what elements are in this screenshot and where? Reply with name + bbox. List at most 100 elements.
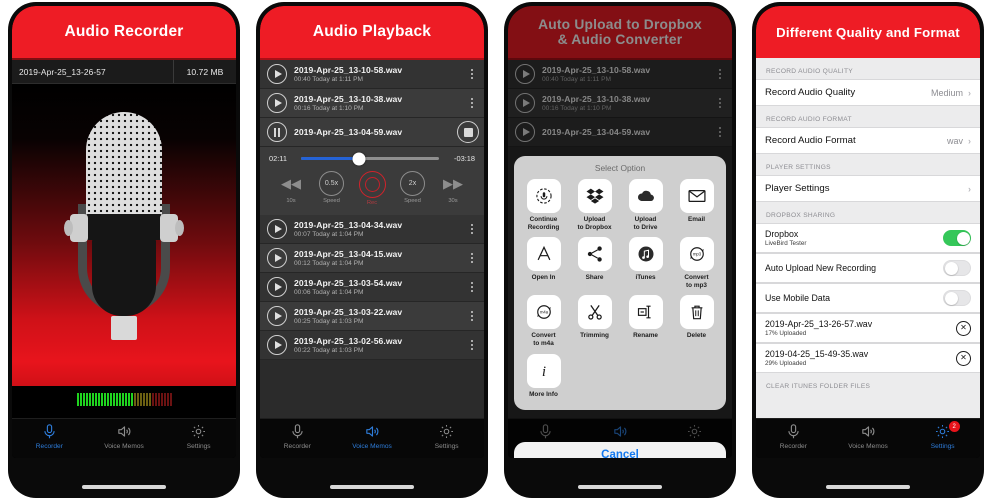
select-option-sheet: Select Option Continue Recording Upload to …	[514, 156, 726, 411]
tab-settings[interactable]: Settings 2	[905, 421, 980, 450]
settings-row[interactable]: Player Settings ›	[756, 175, 980, 202]
meter-bar	[130, 392, 133, 406]
play-button[interactable]	[267, 277, 287, 297]
option-convert-to-mp3[interactable]: mp3 Convert to mp3	[671, 237, 722, 289]
settings-list[interactable]: RECORD AUDIO QUALITY Record Audio Quality…	[756, 58, 980, 418]
tab-settings[interactable]: Settings	[161, 423, 236, 450]
speed-double-icon: 2x	[400, 171, 425, 196]
option-upload-to-dropbox[interactable]: Upload to Dropbox	[569, 179, 620, 231]
recordings-list[interactable]: 2019-Apr-25_13-10-58.wav 00:40 Today at …	[260, 58, 484, 418]
play-button[interactable]	[267, 248, 287, 268]
toggle-switch[interactable]	[943, 260, 971, 276]
gear-icon	[190, 423, 207, 442]
option-upload-to-drive[interactable]: Upload to Drive	[620, 179, 671, 231]
microphone-artwork	[12, 84, 236, 386]
more-options-icon[interactable]	[465, 253, 479, 263]
play-button[interactable]	[267, 93, 287, 113]
settings-row[interactable]: Dropbox LiveBird Tester	[756, 223, 980, 253]
tab-recorder[interactable]: Recorder	[12, 423, 87, 450]
list-item-text: 2019-Apr-25_13-04-15.wav 00:12 Today at 1…	[287, 249, 465, 267]
list-item[interactable]: 2019-Apr-25_13-03-22.wav 00:25 Today at 1…	[260, 302, 484, 331]
option-itunes[interactable]: iTunes	[620, 237, 671, 289]
tab-bar: Recorder Voice Memos Settings	[12, 418, 236, 458]
row-text: 2019-Apr-25_13-26-57.wav 17% Uploaded	[765, 319, 956, 337]
option-email[interactable]: Email	[671, 179, 722, 231]
list-item[interactable]: 2019-Apr-25_13-02-56.wav 00:22 Today at 1…	[260, 331, 484, 360]
tab-label: Settings	[434, 443, 459, 450]
settings-row[interactable]: Auto Upload New Recording	[756, 253, 980, 283]
list-item-now-playing[interactable]: 2019-Apr-25_13-04-59.wav	[260, 118, 484, 147]
meter-bar	[82, 392, 85, 406]
cancel-button[interactable]: Cancel	[514, 442, 726, 458]
list-item[interactable]: 2019-Apr-25_13-04-34.wav 00:07 Today at 1…	[260, 215, 484, 244]
list-item[interactable]: 2019-Apr-25_13-10-38.wav 00:16 Today at …	[260, 89, 484, 118]
option-rename[interactable]: Rename	[620, 295, 671, 347]
option-convert-to-m4a[interactable]: m4a Convert to m4a	[518, 295, 569, 347]
more-options-icon[interactable]	[465, 340, 479, 350]
control-label: Speed	[323, 198, 340, 204]
option-label: Trimming	[580, 332, 609, 340]
rewind-10s-button[interactable]: ◀◀ 10s	[273, 171, 309, 204]
current-file-bar: 2019-Apr-25_13-26-57 10.72 MB	[12, 60, 236, 84]
tab-voice-memos[interactable]: Voice Memos	[87, 423, 162, 450]
toggle-switch[interactable]	[943, 290, 971, 306]
cancel-upload-icon[interactable]: ✕	[956, 350, 971, 366]
more-options-icon[interactable]	[465, 224, 479, 234]
tab-voice-memos[interactable]: Voice Memos	[831, 423, 906, 450]
list-item[interactable]: 2019-Apr-25_13-04-15.wav 00:12 Today at 1…	[260, 244, 484, 273]
tab-label: Voice Memos	[352, 443, 392, 450]
tab-label: Recorder	[779, 443, 807, 450]
option-continue-recording[interactable]: Continue Recording	[518, 179, 569, 231]
chevron-right-icon: ›	[968, 87, 971, 98]
more-options-icon[interactable]	[465, 69, 479, 79]
settings-row[interactable]: Use Mobile Data	[756, 283, 980, 313]
seek-handle[interactable]	[352, 152, 366, 165]
meter-bar	[76, 392, 79, 406]
mic-band	[86, 214, 162, 240]
play-button[interactable]	[267, 219, 287, 239]
cancel-upload-icon[interactable]: ✕	[956, 320, 971, 336]
seek-slider[interactable]	[301, 152, 439, 165]
settings-row[interactable]: Record Audio Quality Medium ›	[756, 79, 980, 106]
pause-button[interactable]	[267, 122, 287, 142]
stop-playback-button[interactable]	[457, 121, 479, 143]
cloud-upload-icon	[628, 179, 663, 213]
play-button[interactable]	[267, 306, 287, 326]
file-name: 2019-Apr-25_13-04-15.wav	[294, 249, 403, 259]
tab-settings[interactable]: Settings	[409, 423, 484, 450]
row-text: Dropbox LiveBird Tester	[765, 229, 943, 247]
tab-label: Recorder	[35, 443, 63, 450]
tab-recorder[interactable]: Recorder	[260, 423, 335, 450]
meter-bar	[142, 392, 145, 406]
more-options-icon[interactable]	[465, 311, 479, 321]
play-button[interactable]	[267, 335, 287, 355]
section-header: CLEAR ITUNES FOLDER FILES	[766, 383, 871, 390]
settings-row[interactable]: 2019-Apr-25_13-26-57.wav 17% Uploaded ✕	[756, 313, 980, 343]
list-item-text: 2019-Apr-25_13-04-34.wav 00:07 Today at 1…	[287, 220, 465, 238]
tab-voice-memos[interactable]: Voice Memos	[335, 423, 410, 450]
more-options-icon[interactable]	[465, 282, 479, 292]
tab-recorder[interactable]: Recorder	[756, 423, 831, 450]
row-title: Player Settings	[765, 183, 830, 194]
toggle-switch[interactable]	[943, 230, 971, 246]
settings-row[interactable]: 2019-04-25_15-49-35.wav 29% Uploaded ✕	[756, 343, 980, 373]
recordings-sublist[interactable]: 2019-Apr-25_13-04-34.wav 00:07 Today at 1…	[260, 215, 484, 360]
speed-double-button[interactable]: 2x Speed	[395, 171, 431, 204]
option-delete[interactable]: Delete	[671, 295, 722, 347]
speed-half-button[interactable]: 0.5x Speed	[314, 171, 350, 204]
option-trimming[interactable]: Trimming	[569, 295, 620, 347]
play-button[interactable]	[267, 64, 287, 84]
record-loop-button[interactable]: Rec	[354, 171, 390, 206]
option-label: Open In	[531, 274, 556, 282]
list-item[interactable]: 2019-Apr-25_13-03-54.wav 00:06 Today at 1…	[260, 273, 484, 302]
option-open-in[interactable]: Open In	[518, 237, 569, 289]
settings-row[interactable]: Record Audio Format wav ›	[756, 127, 980, 154]
option-share[interactable]: Share	[569, 237, 620, 289]
meter-bar	[151, 392, 154, 406]
list-item[interactable]: 2019-Apr-25_13-10-58.wav 00:40 Today at …	[260, 60, 484, 89]
microphone-icon	[41, 423, 58, 442]
tab-label: Settings	[930, 443, 955, 450]
more-options-icon[interactable]	[465, 98, 479, 108]
forward-30s-button[interactable]: ▶▶ 30s	[435, 171, 471, 204]
option-more-info[interactable]: i More Info	[518, 353, 569, 399]
